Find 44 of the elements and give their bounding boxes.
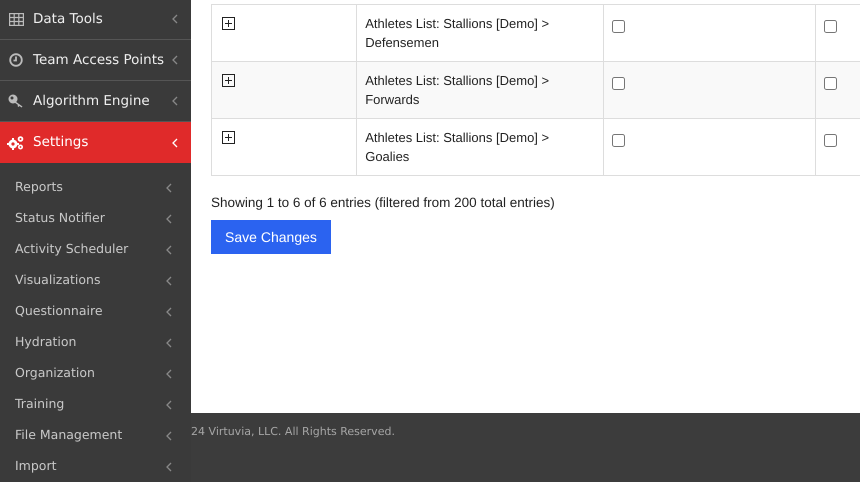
chevron-left-icon: [166, 244, 172, 254]
gears-icon: [7, 134, 25, 150]
sidebar-subitem[interactable]: Organization: [0, 358, 192, 389]
sidebar-subitem[interactable]: Questionnaire: [0, 296, 192, 327]
chevron-left-icon: [166, 306, 172, 316]
save-changes-button[interactable]: Save Changes: [211, 220, 331, 254]
chevron-left-icon: [166, 276, 172, 286]
chevron-left-icon: [172, 55, 178, 65]
sidebar-subitem[interactable]: Hydration: [0, 327, 192, 358]
table-icon: [8, 12, 24, 26]
table-cell-text: Athletes List: Stallions [Demo] > Forwards: [365, 72, 550, 109]
checkbox[interactable]: [612, 77, 626, 90]
table-cell-text: Athletes List: Stallions [Demo] > Goalies: [365, 129, 550, 166]
chevron-left-icon: [166, 400, 172, 410]
checkbox[interactable]: [824, 77, 838, 90]
expand-icon[interactable]: [222, 131, 236, 144]
sidebar-subitem[interactable]: Training: [0, 389, 192, 420]
expand-icon[interactable]: [222, 17, 236, 30]
chevron-left-icon: [166, 368, 172, 378]
chevron-left-icon: [166, 462, 172, 472]
chevron-left-icon: [166, 182, 172, 192]
checkbox[interactable]: [824, 20, 838, 33]
table-info: Showing 1 to 6 of 6 entries (filtered from 200 total entries): [211, 194, 555, 212]
sidebar-subitem[interactable]: Visualizations: [0, 265, 192, 296]
chevron-left-icon: [172, 14, 178, 24]
clock-icon: [9, 53, 23, 67]
sidebar-subitem[interactable]: Activity Scheduler: [0, 234, 192, 265]
chevron-left-icon: [166, 338, 172, 348]
sidebar-subitem[interactable]: File Management: [0, 420, 192, 451]
sidebar-item[interactable]: Settings: [0, 122, 192, 163]
sidebar-subitem[interactable]: Status Notifier: [0, 203, 192, 234]
checkbox[interactable]: [824, 134, 838, 147]
copyright-text: 24 Virtuvia, LLC. All Rights Reserved.: [191, 424, 395, 440]
checkbox[interactable]: [612, 134, 626, 147]
chevron-left-icon: [166, 430, 172, 440]
key-icon: [8, 94, 24, 108]
table-cell-text: Athletes List: Stallions [Demo] > Defensemen: [365, 15, 550, 52]
chevron-left-icon: [166, 214, 172, 224]
checkbox[interactable]: [612, 20, 626, 33]
sidebar-subitem[interactable]: Reports: [0, 172, 192, 203]
sidebar-subitem[interactable]: Import: [0, 451, 192, 482]
chevron-left-icon: [172, 96, 178, 106]
chevron-left-icon: [172, 138, 178, 148]
expand-icon[interactable]: [222, 74, 236, 87]
